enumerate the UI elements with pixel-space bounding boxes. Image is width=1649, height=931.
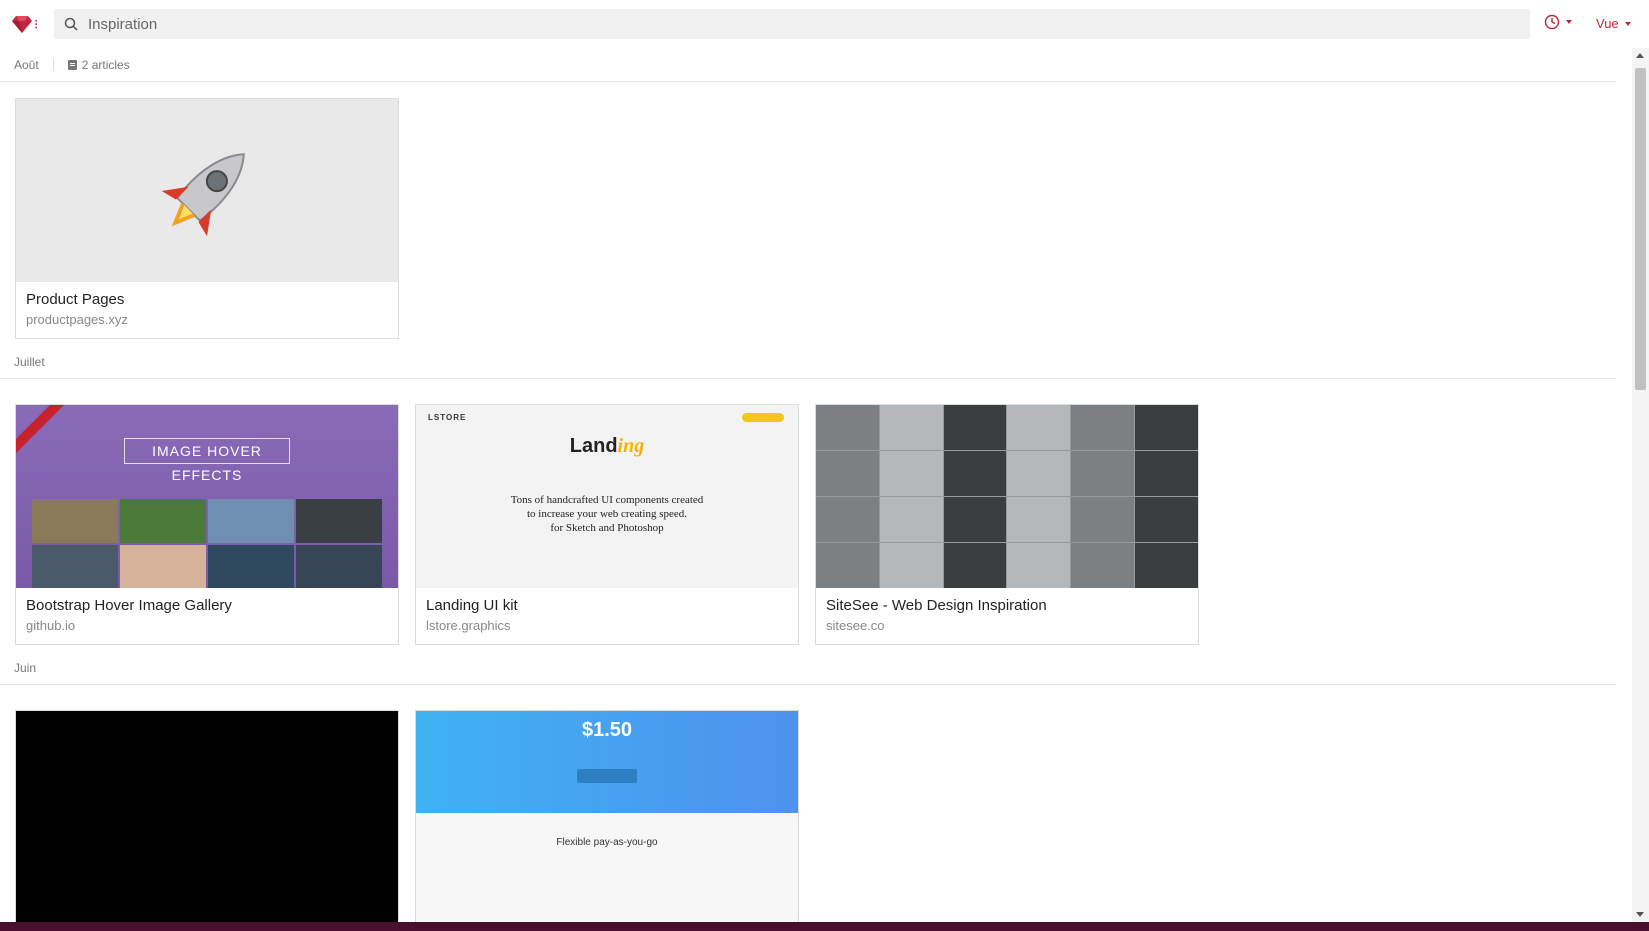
thumbnail-heading: IMAGE HOVER EFFECTS (124, 438, 290, 483)
vertical-scrollbar[interactable] (1632, 48, 1649, 922)
content-area: Août 2 articles Product Pages productpag… (0, 48, 1632, 922)
view-label: Vue (1596, 16, 1619, 31)
scroll-up-icon[interactable] (1636, 53, 1644, 58)
menu-dots-icon[interactable]: ⁝ (34, 17, 38, 31)
article-count: 2 articles (67, 57, 130, 72)
thumbnail-hero: $1.50 (416, 711, 798, 813)
top-bar: ⁝ Vue (0, 0, 1649, 48)
group-label: Juillet (14, 354, 45, 369)
card-title: Landing UI kit (426, 597, 518, 614)
card-thumbnail (16, 711, 398, 922)
chevron-down-icon (1566, 20, 1572, 24)
group-header-juin: Juin (0, 651, 1616, 685)
heading-part-a: Land (569, 435, 618, 457)
bookmark-card[interactable]: Product Pages productpages.xyz (15, 98, 399, 339)
card-thumbnail: LSTORE Landing Tons of handcrafted UI co… (416, 405, 798, 588)
bookmark-card[interactable]: $1.50 Flexible pay-as-you-go (415, 710, 799, 922)
search-icon (64, 16, 80, 32)
group-header-aout: Août 2 articles (0, 48, 1616, 82)
thumbnail-heading: Landing (416, 435, 798, 458)
scroll-down-icon[interactable] (1636, 912, 1644, 917)
group-header-juillet: Juillet (0, 345, 1616, 379)
thumbnail-heading: Flexible pay-as-you-go (556, 837, 658, 848)
card-title: Bootstrap Hover Image Gallery (26, 597, 232, 614)
card-domain: lstore.graphics (426, 618, 511, 633)
search-bar[interactable] (54, 9, 1530, 39)
thumbnail-brand: LSTORE (428, 413, 467, 422)
scrollbar-thumb[interactable] (1635, 68, 1646, 390)
card-domain: sitesee.co (826, 618, 885, 633)
card-title: Product Pages (26, 291, 125, 308)
bookmark-card[interactable]: LSTORE Landing Tons of handcrafted UI co… (415, 404, 799, 645)
thumbnail-line: to increase your web creating speed. (526, 508, 688, 520)
search-input[interactable] (88, 15, 1488, 33)
thumbnail-price: $1.50 (581, 719, 633, 741)
thumbnail-button (577, 769, 637, 783)
card-thumbnail (816, 405, 1198, 588)
clock-icon (1544, 14, 1560, 30)
thumbnail-text: Tons of handcrafted UI components create… (416, 493, 798, 535)
rocket-icon (161, 152, 245, 236)
card-domain: productpages.xyz (26, 312, 128, 327)
ribbon (16, 405, 68, 458)
card-thumbnail: $1.50 Flexible pay-as-you-go (416, 711, 798, 922)
card-thumbnail: IMAGE HOVER EFFECTS (16, 405, 398, 588)
thumbnail-line: Tons of handcrafted UI components create… (510, 494, 704, 506)
bookmark-card[interactable] (15, 710, 399, 922)
group-label: Août (14, 57, 39, 72)
history-dropdown[interactable] (1544, 14, 1572, 30)
heading-part-b: ing (617, 435, 645, 457)
gem-icon (12, 16, 32, 33)
thumbnail-line: for Sketch and Photoshop (550, 522, 664, 534)
image-tiles (32, 499, 382, 588)
app-logo[interactable]: ⁝ (12, 12, 42, 36)
thumbnail-badge (742, 413, 784, 422)
taskbar-strip (0, 922, 1649, 931)
document-icon (67, 59, 77, 70)
group-label: Juin (14, 660, 37, 675)
divider (52, 58, 54, 71)
view-dropdown[interactable]: Vue (1596, 16, 1631, 31)
article-count-label: 2 articles (81, 57, 130, 72)
card-domain: github.io (26, 618, 76, 633)
card-thumbnail (16, 99, 398, 282)
card-title: SiteSee - Web Design Inspiration (826, 597, 1047, 614)
bookmark-card[interactable]: SiteSee - Web Design Inspiration sitesee… (815, 404, 1199, 645)
chevron-down-icon (1624, 21, 1631, 26)
bookmark-card[interactable]: IMAGE HOVER EFFECTS Bootstrap Hover Imag… (15, 404, 399, 645)
